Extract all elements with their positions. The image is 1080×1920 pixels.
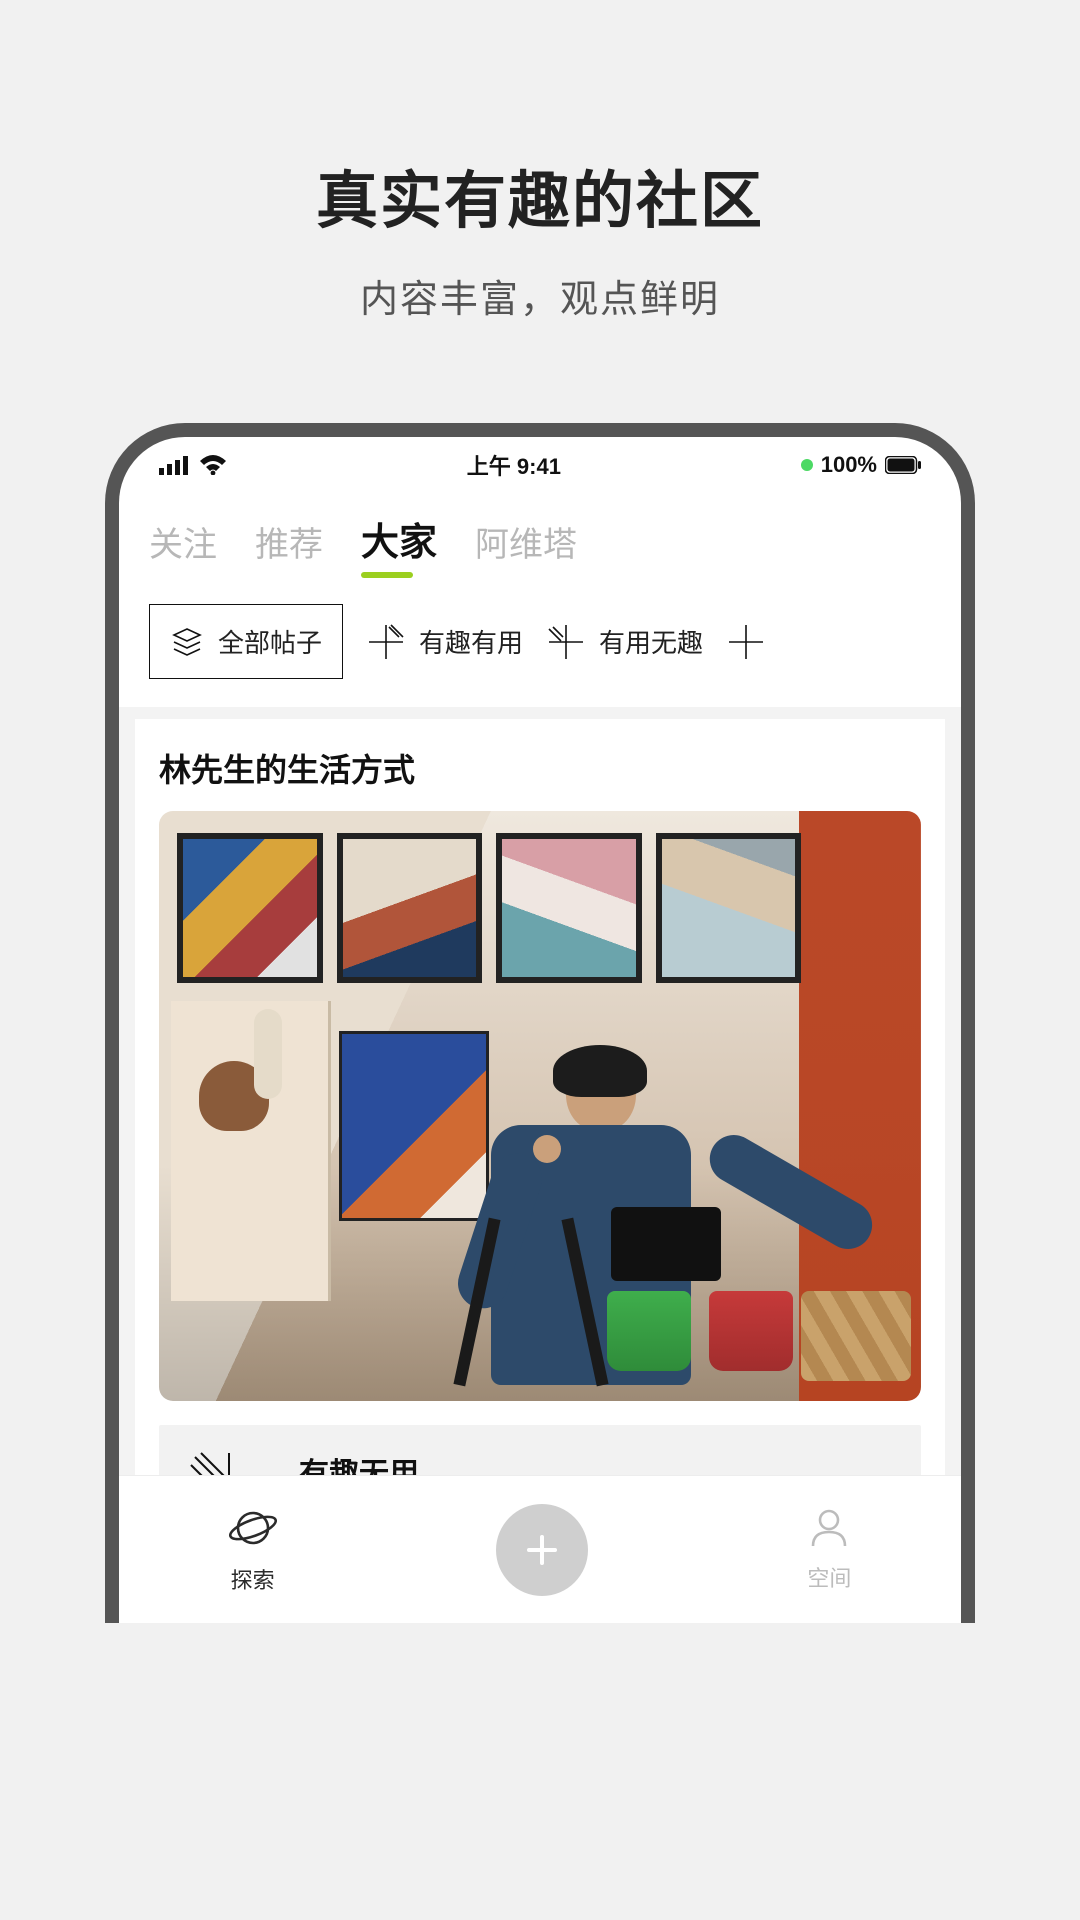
chip-useful-boring[interactable]: 有用无趣 <box>547 623 703 661</box>
planet-icon <box>229 1504 277 1557</box>
tab-avita[interactable]: 阿维塔 <box>475 517 577 578</box>
nav-explore[interactable]: 探索 <box>229 1504 277 1595</box>
hero-title: 真实有趣的社区 <box>316 150 764 240</box>
hero-subtitle: 内容丰富，观点鲜明 <box>316 268 764 323</box>
battery-icon <box>885 456 921 474</box>
quadrant-icon <box>367 623 405 661</box>
bucket-shape <box>607 1291 691 1371</box>
plus-icon <box>521 1529 563 1571</box>
chip-label: 全部帖子 <box>218 623 322 660</box>
painting-thumb <box>656 833 802 983</box>
woodpile-shape <box>801 1291 911 1381</box>
signal-icon <box>159 455 189 475</box>
tab-everyone[interactable]: 大家 <box>361 511 437 578</box>
bucket-shape <box>709 1291 793 1371</box>
nav-space[interactable]: 空间 <box>807 1506 851 1593</box>
nav-add-button[interactable] <box>496 1504 588 1596</box>
tripod-shape <box>451 1217 611 1387</box>
tablet-shape <box>611 1207 721 1281</box>
chip-all-posts[interactable]: 全部帖子 <box>149 604 343 679</box>
chip-label: 有用无趣 <box>599 623 703 660</box>
bottom-nav: 探索 空间 <box>119 1475 961 1623</box>
quadrant-icon <box>727 623 765 661</box>
stack-icon <box>170 625 204 659</box>
user-icon <box>807 1506 851 1555</box>
chip-overflow[interactable] <box>727 623 765 661</box>
post-image[interactable] <box>159 811 921 1401</box>
chip-fun-useful[interactable]: 有趣有用 <box>367 623 523 661</box>
vase-shape <box>254 1009 282 1099</box>
canvas-shape <box>339 1031 489 1221</box>
painting-thumb <box>177 833 323 983</box>
chip-label: 有趣有用 <box>419 623 523 660</box>
recording-dot-icon <box>801 459 813 471</box>
phone-frame: 上午 9:41 100% 关注 推荐 大家 阿维塔 <box>105 423 975 1623</box>
wifi-icon <box>199 455 227 475</box>
nav-label: 空间 <box>807 1561 851 1593</box>
tab-follow[interactable]: 关注 <box>149 517 217 578</box>
quadrant-icon <box>547 623 585 661</box>
nav-label: 探索 <box>231 1563 275 1595</box>
top-tabs: 关注 推荐 大家 阿维塔 <box>119 493 961 584</box>
post-title: 林先生的生活方式 <box>159 745 921 791</box>
hero: 真实有趣的社区 内容丰富，观点鲜明 <box>316 0 764 323</box>
shelf-shape <box>171 1001 331 1301</box>
painting-thumb <box>337 833 483 983</box>
status-bar: 上午 9:41 100% <box>119 437 961 493</box>
painting-thumb <box>496 833 642 983</box>
tab-recommend[interactable]: 推荐 <box>255 517 323 578</box>
filter-chips: 全部帖子 有趣有用 有用无趣 <box>119 584 961 707</box>
status-time: 上午 9:41 <box>467 449 561 481</box>
battery-percent: 100% <box>821 452 877 478</box>
